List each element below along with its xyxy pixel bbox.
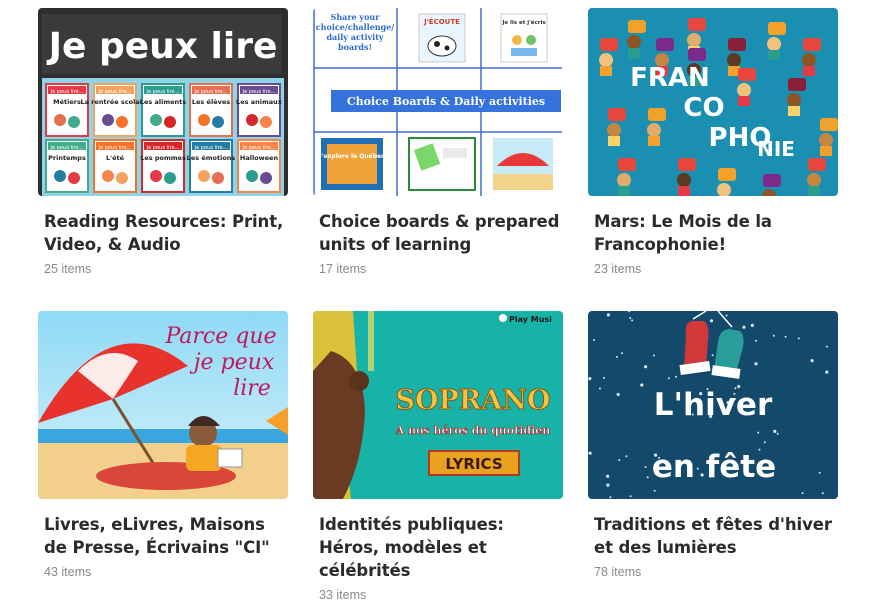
thumb-word: SOPRANO — [396, 385, 551, 416]
thumb-line1: L'hiver — [654, 387, 773, 423]
book-series-label: Je peux lire... — [194, 89, 228, 95]
thumb-heading: Je peux lire — [46, 26, 278, 67]
collection-title[interactable]: Mars: Le Mois de la Francophonie! — [594, 210, 838, 256]
collection-title[interactable]: Livres, eLivres, Maisons de Presse, Écri… — [44, 513, 288, 559]
thumb-line1: Parce que — [164, 324, 276, 349]
book-title: Les pommes — [140, 154, 186, 162]
book-title: Les émotions — [187, 154, 236, 162]
collection-item-count: 17 items — [319, 262, 367, 276]
collection-thumbnail[interactable]: Je peux lire Je peux lire... Métiers Je pe… — [38, 8, 288, 196]
collection-item-count: 23 items — [594, 262, 642, 276]
thumbnail-image-je-peux-lire: Je peux lire Je peux lire... Métiers Je pe… — [38, 8, 288, 196]
collection-card-traditions-hiver[interactable]: L'hiver en fête Traditions et fêtes d'hi… — [588, 311, 838, 579]
collection-card-identites[interactable]: Play Musi SOPRANO A nos héros du quotidi… — [313, 311, 563, 602]
thumbnail-image-francophonie: FRAN CO PHO NIE — [588, 8, 838, 196]
thumb-note: Share your choice/challenge/ daily activ… — [315, 12, 395, 52]
thumb-subtitle: A nos héros du quotidien — [395, 424, 551, 437]
thumb-line2: en fête — [652, 449, 776, 485]
collection-card-reading-resources[interactable]: Je peux lire Je peux lire... Métiers Je pe… — [38, 8, 288, 276]
book-series-label: Je peux lire... — [50, 145, 84, 151]
thumb-badge-lis: Je lis et j'écris — [501, 19, 546, 26]
collection-thumbnail[interactable]: Play Musi SOPRANO A nos héros du quotidi… — [313, 311, 563, 499]
collection-thumbnail[interactable]: FRAN CO PHO NIE — [588, 8, 838, 196]
book-title: Métiers — [53, 98, 81, 106]
collection-card-choice-boards[interactable]: Share your choice/challenge/ daily activ… — [313, 8, 563, 276]
collection-title[interactable]: Traditions et fêtes d'hiver et des lumiè… — [594, 513, 838, 559]
collection-item-count: 43 items — [44, 565, 92, 579]
book-series-label: Je peux lire... — [242, 89, 276, 95]
book-series-label: Je peux lire... — [194, 145, 228, 151]
collection-title[interactable]: Reading Resources: Print, Video, & Audio — [44, 210, 288, 256]
collection-card-francophonie[interactable]: FRAN CO PHO NIE Mars: Le Mois de la Fran… — [588, 8, 838, 276]
book-series-label: Je peux lire... — [146, 89, 180, 95]
collection-item-count: 33 items — [319, 588, 367, 602]
thumb-line2: CO — [683, 93, 724, 123]
thumb-line2: je peux — [189, 350, 275, 375]
thumb-tag: LYRICS — [445, 455, 502, 473]
book-title: Les animaux — [236, 98, 283, 106]
book-title: Les élèves — [192, 98, 230, 106]
thumbnail-image-choice-boards: Share your choice/challenge/ daily activ… — [313, 8, 563, 196]
book-title: L'été — [106, 154, 125, 162]
collection-card-livres[interactable]: Parce que je peux lire Livres, eLivres, … — [38, 311, 288, 579]
thumb-corner-label: Play Musi — [509, 315, 552, 324]
thumbnail-image-hiver-en-fete: L'hiver en fête — [588, 311, 838, 499]
collection-thumbnail[interactable]: L'hiver en fête — [588, 311, 838, 499]
book-series-label: Je peux lire... — [50, 89, 84, 95]
collection-title[interactable]: Choice boards & prepared units of learni… — [319, 210, 563, 256]
collection-thumbnail[interactable]: Parce que je peux lire — [38, 311, 288, 499]
thumb-line4: NIE — [757, 137, 795, 161]
book-title: Les aliments — [140, 98, 186, 106]
collection-item-count: 78 items — [594, 565, 642, 579]
collection-item-count: 25 items — [44, 262, 92, 276]
thumbnail-image-soprano: Play Musi SOPRANO A nos héros du quotidi… — [313, 311, 563, 499]
thumbnail-image-parce-que-je-peux-lire: Parce que je peux lire — [38, 311, 288, 499]
thumb-line3: lire — [233, 376, 271, 401]
collection-thumbnail[interactable]: Share your choice/challenge/ daily activ… — [313, 8, 563, 196]
book-series-label: Je peux lire... — [146, 145, 180, 151]
book-title: Printemps — [48, 154, 86, 162]
thumb-badge-explore: J'explore le Québec — [318, 153, 385, 160]
book-title: Halloween — [240, 154, 279, 162]
thumb-badge-ecoute: J'ÉCOUTE — [423, 17, 460, 26]
book-series-label: Je peux lire... — [242, 145, 276, 151]
thumb-banner: Choice Boards & Daily activities — [347, 95, 545, 108]
thumb-line1: FRAN — [630, 63, 710, 93]
collection-title[interactable]: Identités publiques: Héros, modèles et c… — [319, 513, 563, 582]
book-series-label: Je peux lire... — [98, 145, 132, 151]
book-series-label: Je peux lire... — [98, 89, 132, 95]
